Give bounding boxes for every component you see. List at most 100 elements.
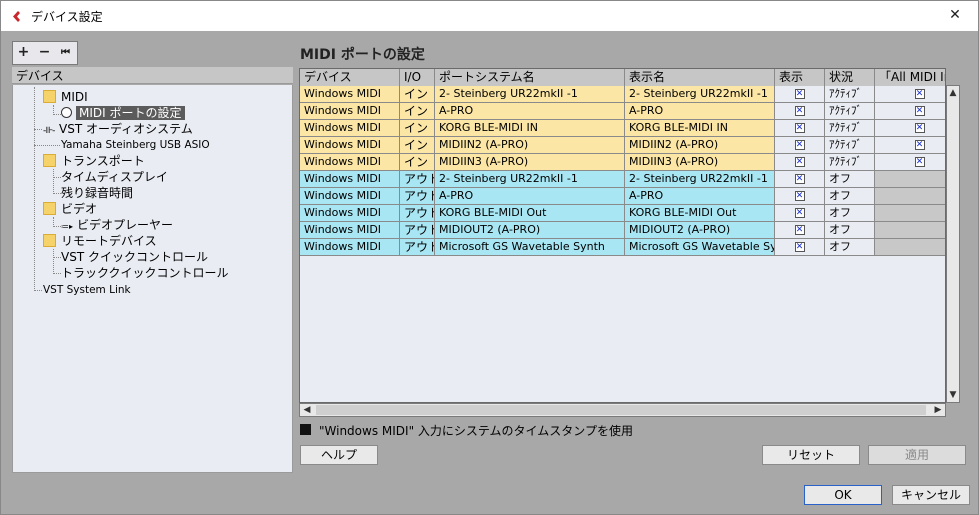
show-checkbox[interactable]: ✕ [775,103,825,120]
remove-button[interactable]: − [34,42,55,64]
display-name-cell[interactable]: A-PRO [625,103,775,120]
tree-item-midi[interactable]: MIDI [61,89,88,105]
col-port-system-name-header[interactable]: ポートシステム名 [435,69,625,86]
col-display-name-header[interactable]: 表示名 [625,69,775,86]
table-row[interactable]: Windows MIDIアウト2- Steinberg UR22mkII -12… [300,171,945,188]
checked-icon: ✕ [794,191,805,201]
checked-icon: ✕ [794,140,805,150]
all-midi-inputs-checkbox[interactable]: ✕ [875,103,945,120]
tree-item-video[interactable]: ビデオ [61,201,97,217]
reset-device-button[interactable]: ⏮ [55,42,76,64]
scroll-thumb[interactable] [316,405,926,415]
show-checkbox[interactable]: ✕ [775,205,825,222]
display-name-cell[interactable]: MIDIIN2 (A-PRO) [625,137,775,154]
show-checkbox[interactable]: ✕ [775,137,825,154]
checked-icon: ✕ [794,208,805,218]
timestamp-checkbox[interactable] [300,424,311,435]
show-checkbox[interactable]: ✕ [775,86,825,103]
all-midi-inputs-checkbox[interactable]: ✕ [875,120,945,137]
table-row[interactable]: Windows MIDI イン MIDIIN2 (A-PRO) MIDIIN2 (A-… [300,137,945,154]
io-cell: イン [400,103,435,120]
show-checkbox[interactable]: ✕ [775,171,825,188]
show-checkbox[interactable]: ✕ [775,239,825,256]
col-status-header[interactable]: 状況 [825,69,875,86]
display-name-cell[interactable]: MIDIOUT2 (A-PRO) [625,222,775,239]
col-show-header[interactable]: 表示 [775,69,825,86]
cubase-logo-icon [13,11,20,22]
all-midi-inputs-checkbox[interactable] [875,222,945,239]
scroll-right-icon[interactable]: ▶ [932,404,944,416]
reset-button[interactable]: リセット [762,445,860,465]
all-midi-inputs-checkbox[interactable]: ✕ [875,86,945,103]
show-checkbox[interactable]: ✕ [775,154,825,171]
tree-item-time-display[interactable]: タイムディスプレイ [61,169,168,185]
tree-item-vst-system-link[interactable]: VST System Link [43,282,131,298]
tree-item-remaining-time[interactable]: 残り録音時間 [61,185,133,201]
display-name-cell[interactable]: 2- Steinberg UR22mkII -1 [625,86,775,103]
scroll-up-icon[interactable]: ▲ [947,87,959,99]
horizontal-scrollbar[interactable]: ◀ ▶ [299,403,946,417]
col-all-midi-inputs-header[interactable]: 「All MIDI In [875,69,945,86]
all-midi-inputs-checkbox[interactable] [875,205,945,222]
display-name-cell[interactable]: KORG BLE-MIDI IN [625,120,775,137]
cancel-button[interactable]: キャンセル [892,485,970,505]
all-midi-inputs-checkbox[interactable] [875,239,945,256]
show-checkbox[interactable]: ✕ [775,188,825,205]
scroll-down-icon[interactable]: ▼ [947,389,959,401]
all-midi-inputs-checkbox[interactable] [875,188,945,205]
port-system-name-cell: MIDIIN2 (A-PRO) [435,137,625,154]
status-cell: オフ [825,205,875,222]
table-row[interactable]: Windows MIDIアウトA-PROA-PRO✕オフ [300,188,945,205]
device-cell: Windows MIDI [300,120,400,137]
table-row[interactable]: Windows MIDIアウトKORG BLE-MIDI OutKORG BLE… [300,205,945,222]
table-row[interactable]: Windows MIDI イン KORG BLE-MIDI IN KORG BLE-M… [300,120,945,137]
display-name-cell[interactable]: Microsoft GS Wavetable Synt [625,239,775,256]
col-io-header[interactable]: I/O [400,69,435,86]
add-button[interactable]: + [13,42,34,64]
display-name-cell[interactable]: MIDIIN3 (A-PRO) [625,154,775,171]
status-cell: ｱｸﾃｨﾌﾞ [825,120,875,137]
tree-item-vst-audio-system[interactable]: -⊪- VST オーディオシステム [43,121,193,137]
table-row[interactable]: Windows MIDIアウトMIDIOUT2 (A-PRO)MIDIOUT2 … [300,222,945,239]
close-button[interactable]: ✕ [932,1,978,31]
all-midi-inputs-checkbox[interactable] [875,171,945,188]
display-name-cell[interactable]: KORG BLE-MIDI Out [625,205,775,222]
folder-icon [43,202,56,215]
port-system-name-cell: MIDIIN3 (A-PRO) [435,154,625,171]
tree-item-remote-devices[interactable]: リモートデバイス [61,233,157,249]
all-midi-inputs-checkbox[interactable]: ✕ [875,154,945,171]
table-row[interactable]: Windows MIDI イン MIDIIN3 (A-PRO) MIDIIN3 (A-… [300,154,945,171]
table-row[interactable]: Windows MIDIアウトMicrosoft GS Wavetable Sy… [300,239,945,256]
device-cell: Windows MIDI [300,137,400,154]
tree-item-midi-port-settings[interactable]: MIDI ポートの設定 [61,105,185,121]
tree-item-video-player[interactable]: ≔▸ ビデオプレーヤー [61,217,173,233]
device-toolbar: + − ⏮ [12,41,78,65]
midi-port-icon [61,107,72,118]
show-checkbox[interactable]: ✕ [775,222,825,239]
tree-item-vst-quick-control[interactable]: VST クイックコントロール [61,249,208,265]
vertical-scrollbar[interactable]: ▲ ▼ [946,85,960,403]
checked-icon: ✕ [794,242,805,252]
device-tree: MIDI MIDI ポートの設定 -⊪- VST オーディオシステム Yamaha… [12,85,293,473]
checked-icon: ✕ [794,106,805,116]
show-checkbox[interactable]: ✕ [775,120,825,137]
apply-button[interactable]: 適用 [868,445,966,465]
device-settings-window: デバイス設定 ✕ + − ⏮ デバイス MIDI MIDI ポートの設定 -⊪-… [0,0,979,515]
table-row[interactable]: Windows MIDI イン A-PRO A-PRO ✕ ｱｸﾃｨﾌﾞ ✕ [300,103,945,120]
ok-button[interactable]: OK [804,485,882,505]
tree-item-yamaha-driver[interactable]: Yamaha Steinberg USB ASIO [61,137,210,153]
checked-icon: ✕ [794,157,805,167]
table-row[interactable]: Windows MIDI イン 2- Steinberg UR22mkII -1 2-… [300,86,945,103]
io-cell: アウト [400,239,435,256]
display-name-cell[interactable]: A-PRO [625,188,775,205]
tree-item-track-quick-control[interactable]: トラッククイックコントロール [61,265,229,281]
col-device-header[interactable]: デバイス [300,69,400,86]
all-midi-inputs-checkbox[interactable]: ✕ [875,137,945,154]
display-name-cell[interactable]: 2- Steinberg UR22mkII -1 [625,171,775,188]
tree-item-transport[interactable]: トランスポート [61,153,145,169]
tree-item-label: ビデオプレーヤー [77,218,174,232]
device-cell: Windows MIDI [300,154,400,171]
help-button[interactable]: ヘルプ [300,445,378,465]
status-cell: オフ [825,188,875,205]
scroll-left-icon[interactable]: ◀ [301,404,313,416]
